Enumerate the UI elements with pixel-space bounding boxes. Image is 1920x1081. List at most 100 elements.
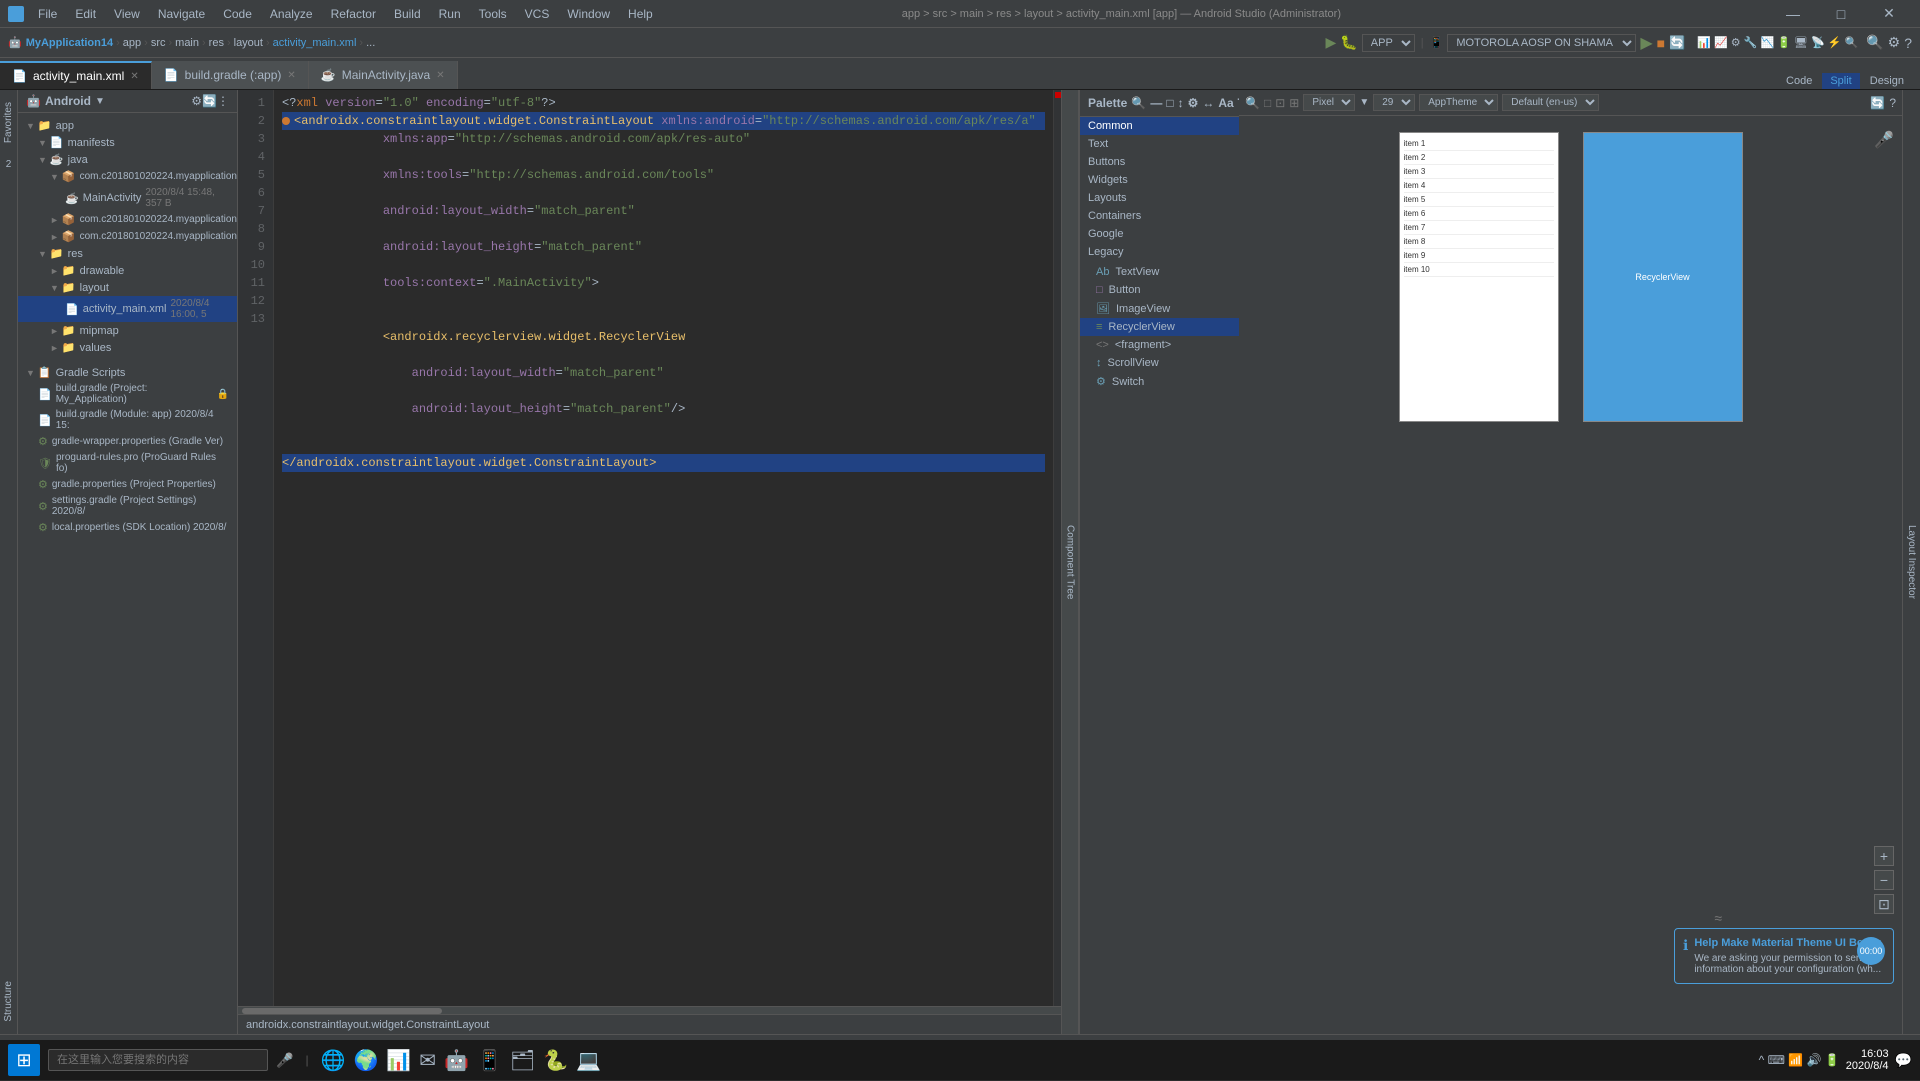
zoom-fit-button[interactable]: ⊡ [1874,894,1894,914]
zoom-in-button[interactable]: + [1874,846,1894,866]
tree-layout[interactable]: ▼📁 layout [18,279,237,296]
tab-activity-main-close[interactable]: ✕ [130,71,138,82]
tree-package3[interactable]: ►📦 com.c201801020224.myapplication [18,228,237,245]
breadcrumb-res[interactable]: res [209,37,224,49]
palette-search-icon[interactable]: 🔍 [1131,96,1146,110]
palette-item-scrollview[interactable]: ↕ ScrollView [1080,354,1239,372]
tree-build-gradle-module[interactable]: 📄 build.gradle (Module: app) 2020/8/4 15… [18,407,237,433]
breadcrumb-file[interactable]: activity_main.xml [273,37,357,49]
menu-edit[interactable]: Edit [67,5,104,23]
palette-item-fragment[interactable]: <> <fragment> [1080,336,1239,354]
menu-view[interactable]: View [106,5,148,23]
preview-toggle-1[interactable]: □ [1264,96,1271,110]
settings-button[interactable]: ⚙ [1888,34,1901,51]
tree-gradle-wrapper[interactable]: ⚙ gradle-wrapper.properties (Gradle Ver) [18,433,237,450]
view-split-button[interactable]: Split [1822,73,1859,89]
debug-button[interactable]: 🐛 [1340,34,1357,51]
close-button[interactable]: ✕ [1866,0,1912,28]
taskbar-app-mail[interactable]: ✉ [419,1048,436,1073]
menu-run[interactable]: Run [431,5,469,23]
sidebar-more-icon[interactable]: ⋮ [217,94,229,108]
search-everywhere-button[interactable]: 🔍 [1866,34,1883,51]
tree-values[interactable]: ►📁 values [18,339,237,356]
stop-button[interactable]: ■ [1657,35,1665,51]
palette-category-text[interactable]: Text [1080,135,1239,153]
sync-button[interactable]: 🔄 [1669,35,1685,51]
tree-gradle-scripts[interactable]: ▼📋 Gradle Scripts [18,364,237,381]
breadcrumb-main[interactable]: main [175,37,199,49]
preview-theme-select[interactable]: AppTheme [1419,94,1498,111]
taskbar-app-android-studio[interactable]: 🤖 [444,1048,469,1073]
menu-navigate[interactable]: Navigate [150,5,213,23]
menu-code[interactable]: Code [215,5,260,23]
palette-item-button[interactable]: □ Button [1080,281,1239,299]
tree-mipmap[interactable]: ►📁 mipmap [18,322,237,339]
menu-file[interactable]: File [30,5,65,23]
tree-drawable[interactable]: ►📁 drawable [18,262,237,279]
vtab-favorites[interactable]: Favorites [1,94,16,151]
tree-build-gradle-project[interactable]: 📄 build.gradle (Project: My_Application)… [18,381,237,407]
palette-category-legacy[interactable]: Legacy [1080,243,1239,261]
palette-category-layouts[interactable]: Layouts [1080,189,1239,207]
preview-zoom-icon[interactable]: 🔍 [1245,96,1260,110]
palette-category-buttons[interactable]: Buttons [1080,153,1239,171]
taskbar-app-5[interactable]: 📱 [477,1048,502,1073]
palette-icon-5[interactable]: ↔ [1202,96,1214,110]
tree-res[interactable]: ▼📁 res [18,245,237,262]
taskbar-app-6[interactable]: 🗂 [510,1048,535,1073]
breadcrumb-src[interactable]: src [151,37,166,49]
run-button[interactable]: ▶ [1326,34,1337,51]
taskbar-search-input[interactable] [48,1049,268,1071]
android-dropdown[interactable]: ▼ [95,96,105,107]
maximize-button[interactable]: □ [1818,0,1864,28]
tree-package1[interactable]: ▼📦 com.c201801020224.myapplication [18,168,237,185]
notification-timer[interactable]: 00:00 [1857,937,1885,965]
preview-api-select[interactable]: 29 [1373,94,1415,111]
breadcrumb-layout[interactable]: layout [234,37,263,49]
menu-refactor[interactable]: Refactor [323,5,384,23]
palette-category-google[interactable]: Google [1080,225,1239,243]
palette-icon-1[interactable]: — [1150,96,1162,110]
preview-toggle-3[interactable]: ⊞ [1289,96,1299,110]
tab-build-gradle-close[interactable]: ✕ [287,70,295,81]
taskbar-app-edge[interactable]: 🌐 [321,1048,346,1073]
tab-build-gradle[interactable]: 📄 build.gradle (:app) ✕ [152,61,309,89]
code-content[interactable]: <?xml version="1.0" encoding="utf-8" ?> … [274,90,1053,1006]
layout-inspector-tab[interactable]: Layout Inspector [1902,90,1920,1034]
breadcrumb-project[interactable]: MyApplication14 [26,37,113,49]
palette-item-recyclerview[interactable]: ≡ RecyclerView [1080,318,1239,336]
tree-java[interactable]: ▼☕ java [18,151,237,168]
preview-locale-select[interactable]: Default (en-us) [1502,94,1599,111]
tree-mainactivity[interactable]: ☕ MainActivity 2020/8/4 15:48, 357 B [18,185,237,211]
tab-main-activity-close[interactable]: ✕ [436,70,444,81]
vtab-structure[interactable]: Structure [1,973,16,1030]
palette-category-widgets[interactable]: Widgets [1080,171,1239,189]
device-select[interactable]: MOTOROLA AOSP ON SHAMA [1447,34,1636,52]
scrollbar-thumb[interactable] [242,1008,442,1014]
tree-package2[interactable]: ►📦 com.c201801020224.myapplication [18,211,237,228]
menu-build[interactable]: Build [386,5,429,23]
tree-proguard[interactable]: 🛡 proguard-rules.pro (ProGuard Rules fo) [18,450,237,476]
component-tree-tab[interactable]: Component Tree [1061,90,1079,1034]
preview-toggle-2[interactable]: ⊡ [1275,96,1285,110]
palette-item-imageview[interactable]: 🖼 ImageView [1080,299,1239,318]
taskbar-app-8[interactable]: 💻 [576,1048,601,1073]
preview-refresh-button[interactable]: 🔄 [1870,96,1885,110]
preview-pixel-select[interactable]: Pixel [1303,94,1355,111]
sidebar-settings-icon[interactable]: ⚙ [191,94,202,108]
view-code-button[interactable]: Code [1778,73,1820,89]
taskbar-mic-icon[interactable]: 🎤 [276,1052,293,1069]
run-config-select[interactable]: APP [1362,34,1415,52]
palette-category-containers[interactable]: Containers [1080,207,1239,225]
palette-item-switch[interactable]: ⚙ Switch [1080,372,1239,391]
taskbar-app-chrome[interactable]: 🌍 [353,1048,378,1073]
taskbar-app-7[interactable]: 🐍 [543,1048,568,1073]
palette-icon-6[interactable]: Aa [1218,96,1233,110]
zoom-out-button[interactable]: − [1874,870,1894,890]
vtab-num[interactable]: 2 [4,155,14,174]
palette-icon-4[interactable]: ⚙ [1188,96,1199,110]
palette-icon-3[interactable]: ↕ [1178,96,1184,110]
menu-analyze[interactable]: Analyze [262,5,321,23]
tree-settings-gradle[interactable]: ⚙ settings.gradle (Project Settings) 202… [18,493,237,519]
start-button[interactable]: ⊞ [8,1044,40,1076]
